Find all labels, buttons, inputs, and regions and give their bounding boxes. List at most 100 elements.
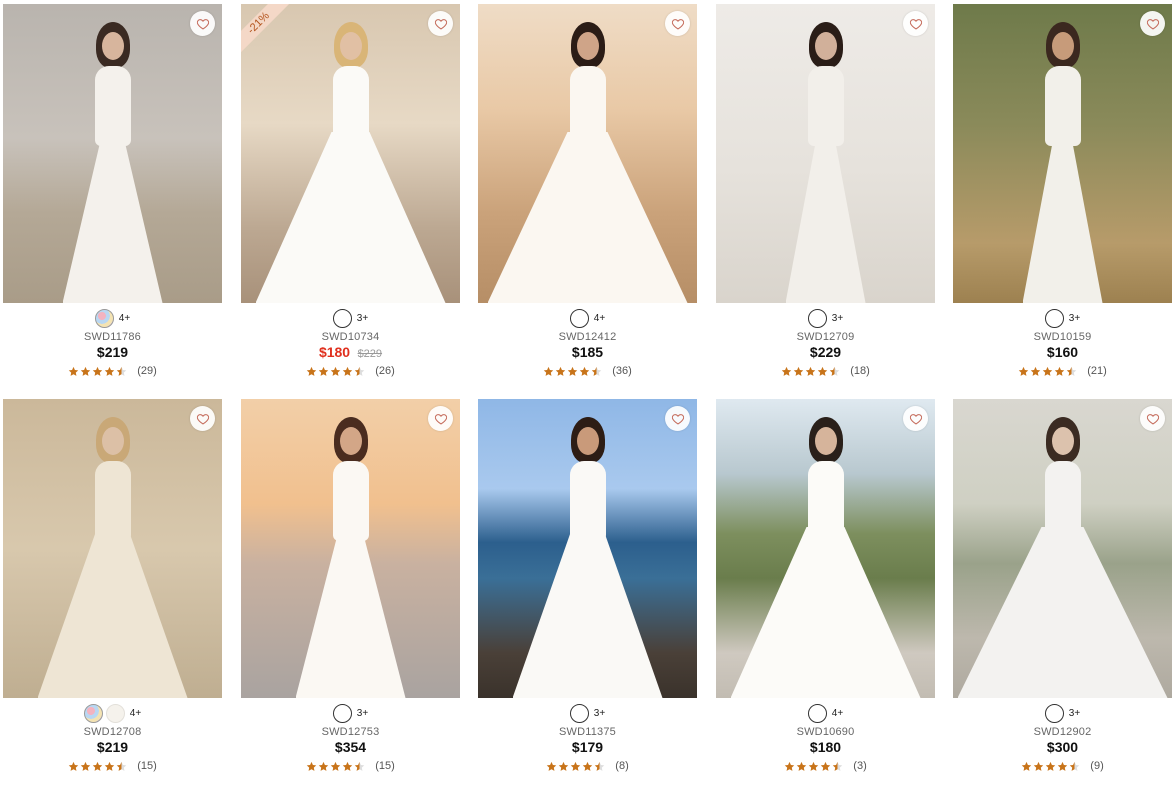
color-swatch[interactable]: [569, 308, 589, 328]
color-swatch[interactable]: [83, 703, 103, 723]
star-icon: [809, 761, 819, 771]
star-icon: [354, 366, 365, 376]
favorite-button[interactable]: [665, 406, 690, 431]
star-icon: [1034, 761, 1044, 771]
review-count[interactable]: (15): [375, 760, 395, 772]
product-card[interactable]: 4+ SWD12412 $185 (36): [478, 4, 697, 377]
product-rating: (21): [953, 365, 1172, 377]
favorite-button[interactable]: [665, 11, 690, 36]
product-rating: (26): [241, 365, 460, 377]
dress-model-illustration: [295, 417, 406, 698]
review-count[interactable]: (18): [850, 365, 870, 377]
product-rating: (36): [478, 365, 697, 377]
color-swatch[interactable]: [332, 703, 352, 723]
product-rating: (29): [3, 365, 222, 377]
review-count[interactable]: (26): [375, 365, 395, 377]
product-card[interactable]: 4+ SWD12708 $219 (15): [3, 399, 222, 772]
star-icon: [567, 366, 578, 376]
dress-model-illustration: [957, 417, 1168, 698]
star-icon: [1030, 366, 1041, 376]
more-colors-count[interactable]: 4+: [594, 313, 605, 324]
favorite-button[interactable]: [428, 11, 453, 36]
review-count[interactable]: (15): [137, 760, 157, 772]
star-icon: [785, 761, 795, 771]
favorite-button[interactable]: [190, 11, 215, 36]
product-price: $179: [571, 739, 604, 755]
review-count[interactable]: (8): [615, 760, 628, 772]
product-image[interactable]: [3, 399, 222, 698]
more-colors-count[interactable]: 3+: [832, 313, 843, 324]
color-swatch[interactable]: [332, 308, 352, 328]
product-card[interactable]: 3+ SWD12753 $354 (15): [241, 399, 460, 772]
color-swatches: 4+: [3, 703, 222, 723]
product-price: $219: [96, 739, 129, 755]
color-swatch[interactable]: [807, 308, 827, 328]
product-card[interactable]: 3+ SWD12709 $229 (18): [716, 4, 935, 377]
product-card[interactable]: 3+ SWD10159 $160 (21): [953, 4, 1172, 377]
color-swatch[interactable]: [105, 703, 125, 723]
star-icon: [1042, 366, 1053, 376]
review-count[interactable]: (36): [612, 365, 632, 377]
product-sku: SWD12709: [796, 331, 855, 343]
more-colors-count[interactable]: 3+: [1069, 313, 1080, 324]
product-image[interactable]: [3, 4, 222, 303]
favorite-button[interactable]: [903, 11, 928, 36]
star-icon: [116, 366, 127, 376]
product-image[interactable]: [716, 4, 935, 303]
product-image[interactable]: [478, 399, 697, 698]
product-image[interactable]: -21%: [241, 4, 460, 303]
product-image[interactable]: [716, 399, 935, 698]
more-colors-count[interactable]: 4+: [119, 313, 130, 324]
more-colors-count[interactable]: 4+: [130, 708, 141, 719]
star-icon: [583, 761, 593, 771]
rating-stars: [306, 760, 366, 772]
product-card[interactable]: 4+ SWD10690 $180 (3): [716, 399, 935, 772]
product-card[interactable]: 3+ SWD11375 $179 (8): [478, 399, 697, 772]
product-rating: (3): [716, 760, 935, 772]
review-count[interactable]: (3): [853, 760, 866, 772]
product-card[interactable]: 3+ SWD12902 $300 (9): [953, 399, 1172, 772]
favorite-button[interactable]: [1140, 406, 1165, 431]
color-swatch[interactable]: [94, 308, 114, 328]
favorite-button[interactable]: [190, 406, 215, 431]
review-count[interactable]: (29): [137, 365, 157, 377]
color-swatch[interactable]: [807, 703, 827, 723]
product-image[interactable]: [953, 399, 1172, 698]
review-count[interactable]: (21): [1087, 365, 1107, 377]
more-colors-count[interactable]: 3+: [357, 708, 368, 719]
product-image[interactable]: [241, 399, 460, 698]
color-swatches: 3+: [241, 703, 460, 723]
more-colors-count[interactable]: 3+: [1069, 708, 1080, 719]
star-icon: [342, 761, 353, 771]
product-image[interactable]: [953, 4, 1172, 303]
product-card[interactable]: 4+ SWD11786 $219 (29): [3, 4, 222, 377]
price-row: $229: [716, 344, 935, 363]
color-swatch[interactable]: [1044, 703, 1064, 723]
star-icon: [318, 761, 329, 771]
dress-model-illustration: [487, 22, 688, 303]
more-colors-count[interactable]: 4+: [832, 708, 843, 719]
star-icon: [821, 761, 831, 771]
more-colors-count[interactable]: 3+: [357, 313, 368, 324]
review-count[interactable]: (9): [1090, 760, 1103, 772]
product-sku: SWD12708: [83, 726, 142, 738]
original-price: $229: [357, 348, 383, 360]
rating-stars: [306, 365, 366, 377]
favorite-button[interactable]: [903, 406, 928, 431]
favorite-button[interactable]: [1140, 11, 1165, 36]
product-card[interactable]: -21% 3+ SWD10734 $180 $229 (26): [241, 4, 460, 377]
price-row: $180 $229: [241, 344, 460, 363]
price-row: $300: [953, 739, 1172, 758]
color-swatch[interactable]: [569, 703, 589, 723]
rating-stars: [543, 365, 603, 377]
product-image[interactable]: [478, 4, 697, 303]
favorite-button[interactable]: [428, 406, 453, 431]
star-icon: [80, 366, 91, 376]
more-colors-count[interactable]: 3+: [594, 708, 605, 719]
star-icon: [559, 761, 569, 771]
star-icon: [92, 761, 103, 771]
price-row: $354: [241, 739, 460, 758]
color-swatch[interactable]: [1044, 308, 1064, 328]
product-sku: SWD12412: [558, 331, 617, 343]
product-sku: SWD10159: [1033, 331, 1092, 343]
